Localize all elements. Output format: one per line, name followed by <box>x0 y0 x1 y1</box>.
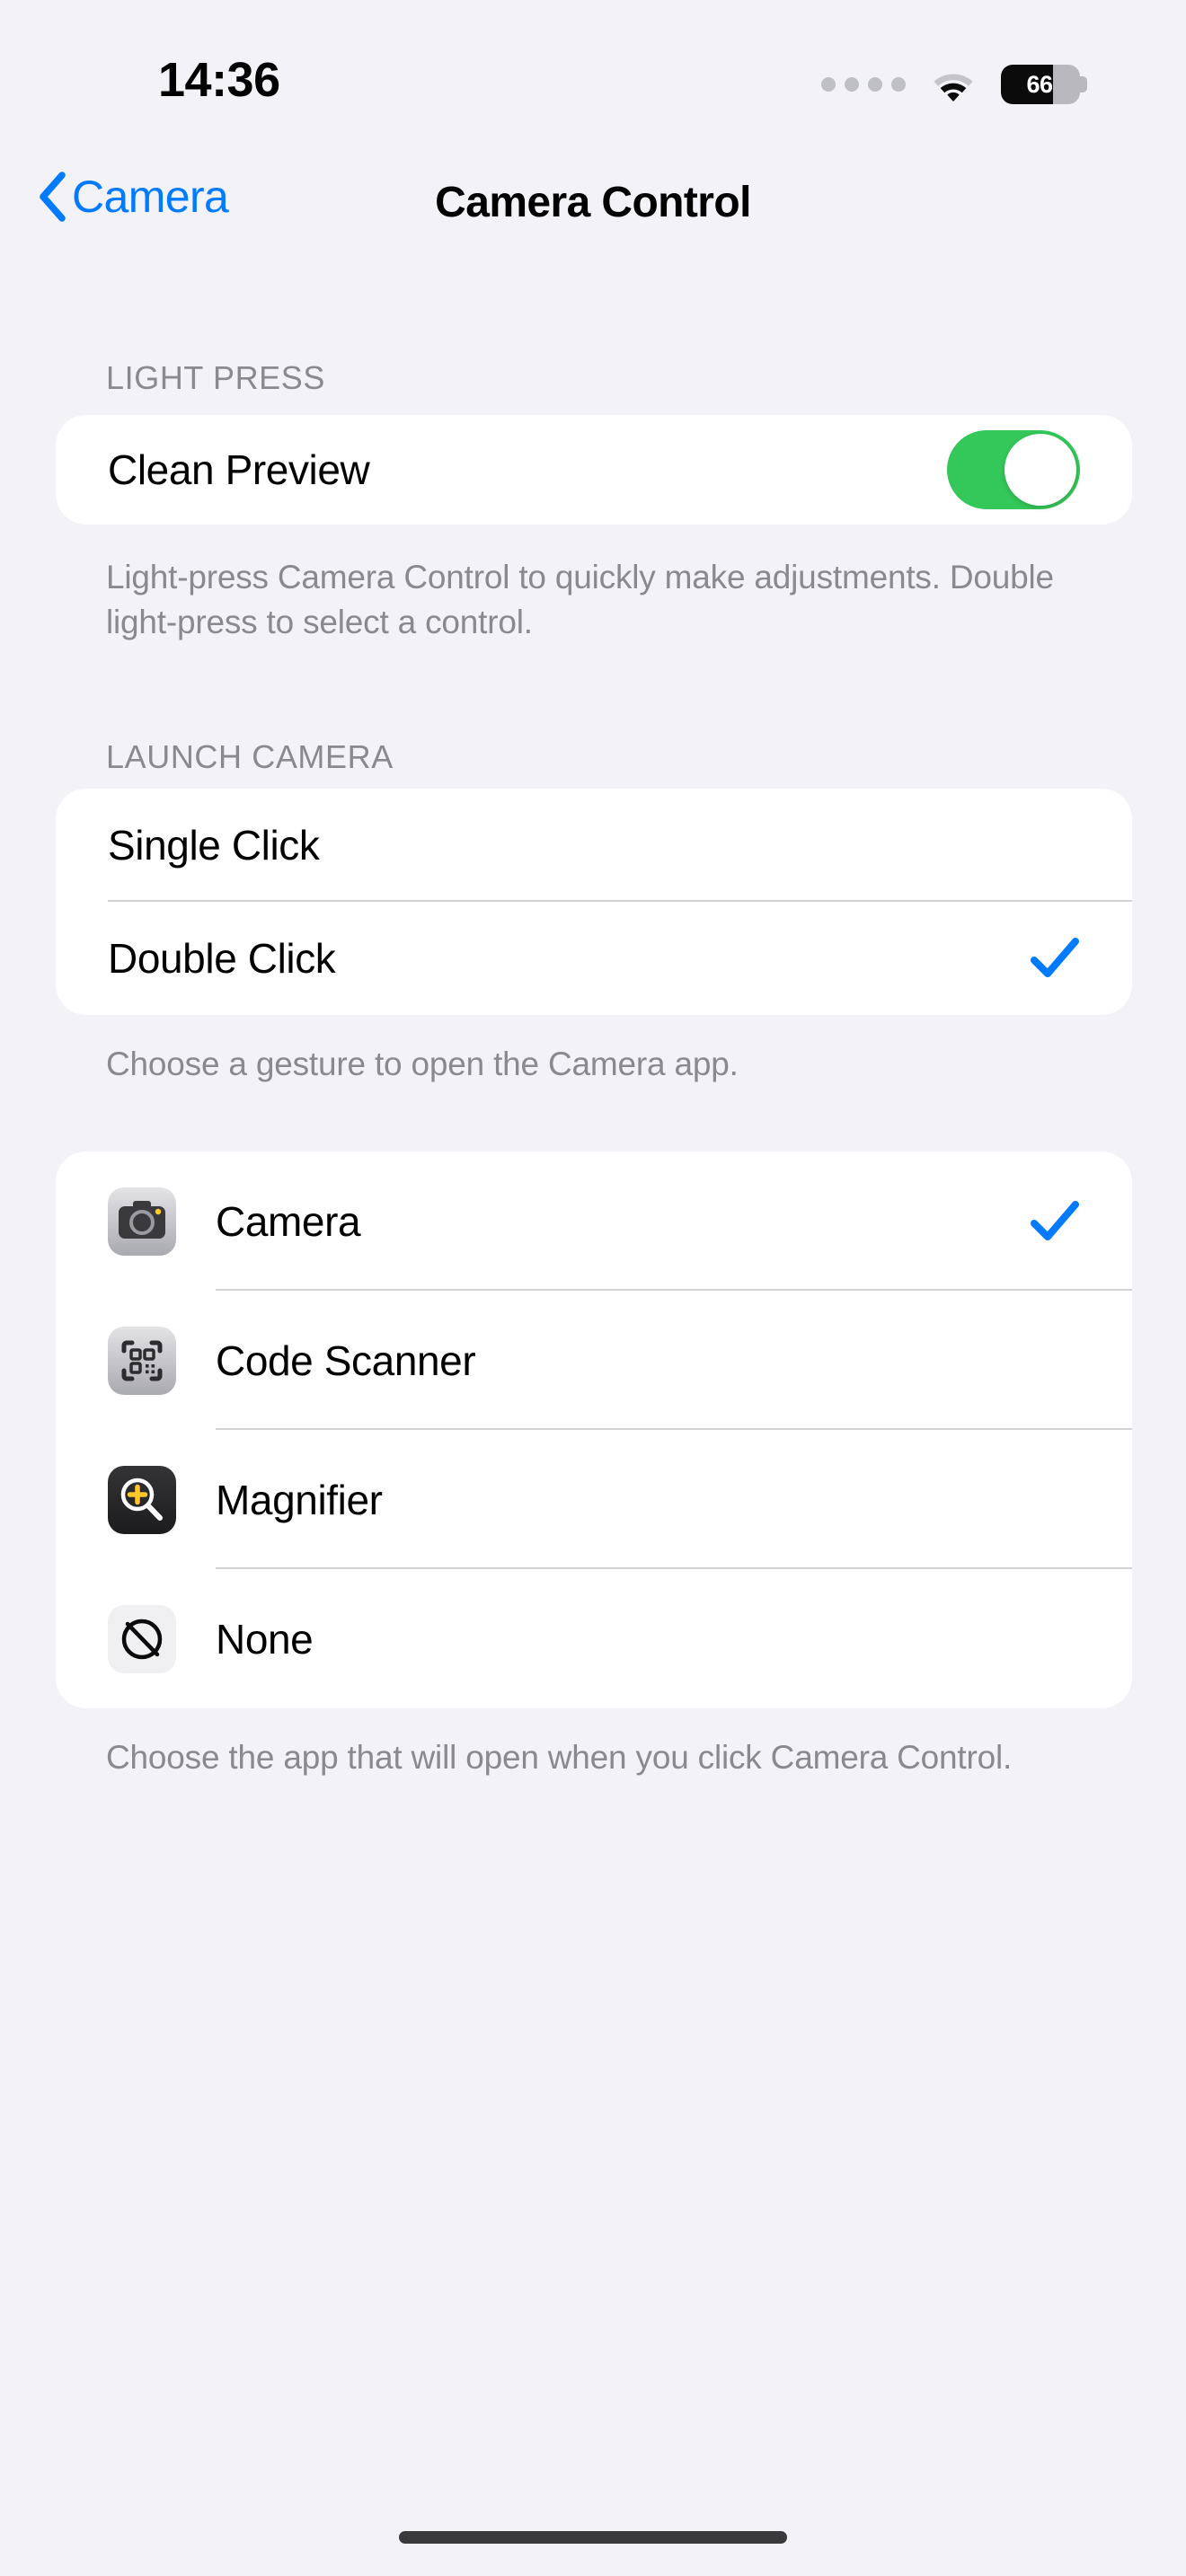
camera-app-icon <box>108 1187 176 1256</box>
double-click-label: Double Click <box>108 935 336 982</box>
row-clean-preview[interactable]: Clean Preview <box>56 415 1132 525</box>
magnifier-app-label: Magnifier <box>216 1476 383 1523</box>
row-app-magnifier[interactable]: Magnifier <box>56 1430 1132 1569</box>
launch-camera-footer: Choose a gesture to open the Camera app. <box>106 1045 739 1082</box>
row-app-none[interactable]: None <box>56 1569 1132 1708</box>
light-press-footer: Light-press Camera Control to quickly ma… <box>106 559 1054 640</box>
code-scanner-app-icon <box>108 1326 176 1395</box>
magnifier-app-icon <box>108 1465 176 1534</box>
battery-percent-label: 66 <box>1026 70 1053 98</box>
app-choice-footer: Choose the app that will open when you c… <box>106 1739 1013 1776</box>
status-bar: 14:36 66 <box>0 0 1186 154</box>
app-choice-card: Camera Code Scanner Magnifier None <box>56 1151 1132 1708</box>
single-click-label: Single Click <box>108 822 320 869</box>
section-header-light-press: LIGHT PRESS <box>106 359 326 396</box>
none-app-label: None <box>216 1615 314 1663</box>
checkmark-icon <box>1030 933 1080 984</box>
iphone-settings-screen: 14:36 66 Camera Camera Control LIGHT PRE… <box>0 0 1186 2576</box>
navigation-bar: Camera Camera Control <box>0 160 1186 268</box>
code-scanner-app-label: Code Scanner <box>216 1337 476 1384</box>
launch-camera-card: Single Click Double Click <box>56 789 1132 1015</box>
row-app-code-scanner[interactable]: Code Scanner <box>56 1291 1132 1430</box>
home-indicator[interactable] <box>399 2531 787 2544</box>
light-press-card: Clean Preview <box>56 415 1132 525</box>
status-bar-time: 14:36 <box>158 53 280 107</box>
row-single-click[interactable]: Single Click <box>56 789 1132 902</box>
wifi-icon <box>931 67 976 101</box>
clean-preview-toggle[interactable] <box>947 430 1080 509</box>
camera-app-label: Camera <box>216 1197 361 1245</box>
checkmark-icon <box>1030 1196 1080 1247</box>
battery-icon: 66 <box>1001 65 1087 104</box>
clean-preview-label: Clean Preview <box>108 446 370 493</box>
status-bar-indicators: 66 <box>821 65 1087 104</box>
signal-dots-icon <box>821 77 906 92</box>
row-app-camera[interactable]: Camera <box>56 1151 1132 1291</box>
page-title: Camera Control <box>435 179 751 226</box>
row-double-click[interactable]: Double Click <box>56 902 1132 1015</box>
none-slash-icon <box>108 1604 176 1673</box>
section-header-launch-camera: LAUNCH CAMERA <box>106 738 394 775</box>
